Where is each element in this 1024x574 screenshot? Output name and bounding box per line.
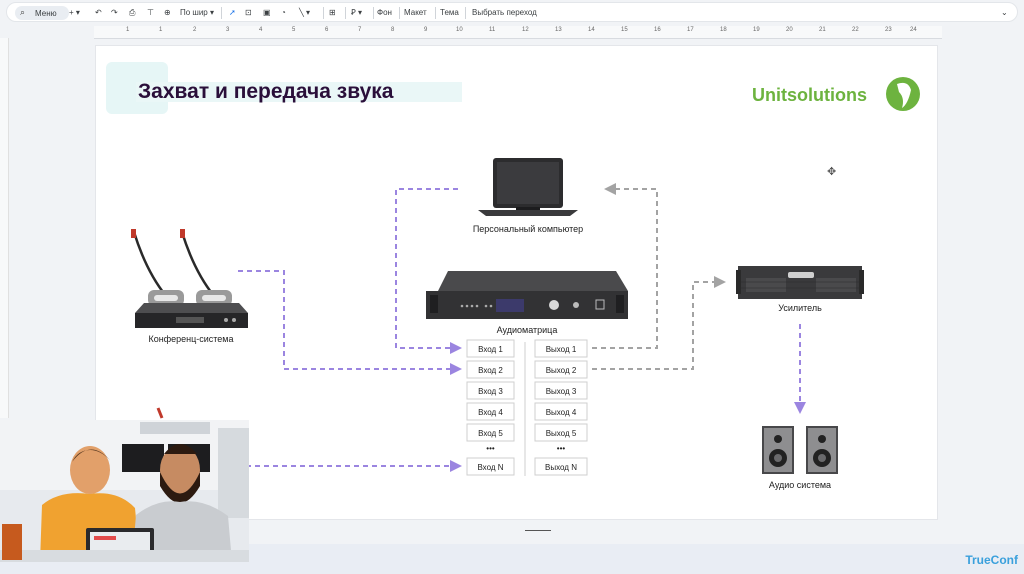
comment-icon[interactable]: ⊞ xyxy=(329,8,336,17)
conference-label: Конференц-система xyxy=(148,334,233,344)
ruler-tick: 8 xyxy=(391,27,395,33)
input-list: Вход 1 Вход 2 Вход 3 Вход 4 Вход 5 ••• В… xyxy=(466,339,515,476)
theme-button[interactable]: Тема xyxy=(440,8,459,17)
editor-toolbar: ⌕ Меню + ▾ ↶ ↷ ⎙ ⊤ ⊕ По шир ▾ ➚ ⊡ ▣ ◔ ╲ … xyxy=(0,0,1024,24)
speakers-icon xyxy=(762,426,838,474)
output-label: Выход 2 xyxy=(546,366,577,375)
output-label: Выход N xyxy=(545,463,577,472)
shape-icon[interactable]: ◔ xyxy=(281,8,286,17)
print-icon[interactable]: ⎙ xyxy=(129,8,135,18)
menu-search[interactable]: ⌕ Меню xyxy=(15,6,69,20)
ruler-tick: 11 xyxy=(489,27,496,33)
mic-cable xyxy=(156,407,164,419)
webcam-overlay xyxy=(0,420,249,562)
pc-label: Персональный компьютер xyxy=(473,224,583,234)
ruler-tick: 6 xyxy=(325,27,329,33)
logo-bird-icon xyxy=(886,77,920,111)
amplifier-icon xyxy=(736,266,864,299)
redo-icon[interactable]: ↷ xyxy=(111,8,118,17)
audio-matrix-icon xyxy=(426,271,628,319)
ruler-tick: 1 xyxy=(126,27,130,33)
input-label: Вход 1 xyxy=(478,345,503,354)
vertical-ruler xyxy=(0,38,9,418)
input-label: Вход 5 xyxy=(478,429,503,438)
paint-format-icon[interactable]: ⊤ xyxy=(147,8,154,17)
collapse-chevron-icon[interactable]: ⌄ xyxy=(1001,8,1008,17)
ruler-tick: 19 xyxy=(753,27,760,33)
conference-to-input2-line xyxy=(238,270,462,375)
ruler-tick: 9 xyxy=(424,27,428,33)
ruler-tick: 17 xyxy=(687,27,694,33)
ruler-tick: 5 xyxy=(292,27,296,33)
image-icon[interactable]: ▣ xyxy=(263,8,271,17)
toolbar-bar: ⌕ Меню + ▾ ↶ ↷ ⎙ ⊤ ⊕ По шир ▾ ➚ ⊡ ▣ ◔ ╲ … xyxy=(6,2,1018,22)
output-label: Выход 4 xyxy=(546,408,577,417)
ruler-tick: 21 xyxy=(819,27,826,33)
transition-button[interactable]: Выбрать переход xyxy=(472,8,537,17)
conference-system-icon xyxy=(131,229,248,328)
output1-to-pc-line xyxy=(592,183,658,349)
ruler-tick: 10 xyxy=(456,27,463,33)
ruler-tick: 15 xyxy=(621,27,628,33)
background-button[interactable]: Фон xyxy=(377,8,392,17)
ruler-tick: 13 xyxy=(555,27,562,33)
text-box-icon[interactable]: ⊡ xyxy=(245,8,252,17)
zoom-select[interactable]: По шир ▾ xyxy=(180,8,214,17)
output-label: Выход 5 xyxy=(546,429,577,438)
logo-text: Unitsolutions xyxy=(752,85,867,105)
ruler-tick: 20 xyxy=(786,27,793,33)
move-cursor-icon: ✥ xyxy=(827,166,836,178)
ruler-tick: 12 xyxy=(522,27,529,33)
slide-title[interactable]: Захват и передача звука xyxy=(138,80,394,103)
ruler-tick: 14 xyxy=(588,27,595,33)
ruler-tick: 18 xyxy=(720,27,727,33)
ruler-tick: 3 xyxy=(226,27,230,33)
output-label: Выход 3 xyxy=(546,387,577,396)
select-cursor-icon[interactable]: ➚ xyxy=(229,8,236,17)
input-label: Вход 2 xyxy=(478,366,503,375)
input-ellipsis: ••• xyxy=(486,444,495,453)
amplifier-label: Усилитель xyxy=(778,303,822,313)
watermark-text: TrueConf xyxy=(965,553,1018,567)
matrix-label: Аудиоматрица xyxy=(497,325,558,335)
output-ellipsis: ••• xyxy=(557,444,566,453)
ruler-tick: 7 xyxy=(358,27,362,33)
ruler-tick: 2 xyxy=(193,27,197,33)
input-label: Вход 4 xyxy=(478,408,503,417)
ruler-tick: 22 xyxy=(852,27,859,33)
input-label: Вход N xyxy=(477,463,503,472)
format-options-icon[interactable]: Ꝑ ▾ xyxy=(351,8,362,17)
laptop-icon xyxy=(478,158,578,216)
new-slide-icon[interactable]: + ▾ xyxy=(69,8,80,17)
layout-button[interactable]: Макет xyxy=(404,8,427,17)
speakers-label: Аудио система xyxy=(769,480,831,490)
output-list: Выход 1 Выход 2 Выход 3 Выход 4 Выход 5 … xyxy=(534,339,588,476)
line-icon[interactable]: ╲ ▾ xyxy=(299,8,310,17)
undo-icon[interactable]: ↶ xyxy=(95,8,102,17)
horizontal-ruler: 1 1 2 3 4 5 6 7 8 9 10 11 12 13 14 15 16… xyxy=(94,26,942,39)
search-icon: ⌕ xyxy=(20,7,26,17)
ruler-tick: 16 xyxy=(654,27,661,33)
input-label: Вход 3 xyxy=(478,387,503,396)
ruler-tick: 24 xyxy=(910,27,917,33)
ruler-tick: 23 xyxy=(885,27,892,33)
zoom-icon[interactable]: ⊕ xyxy=(164,8,171,17)
ruler-tick: 1 xyxy=(159,27,163,33)
menu-label: Меню xyxy=(35,9,57,18)
ruler-tick: 4 xyxy=(259,27,263,33)
pc-to-input1-line xyxy=(395,188,462,354)
output-label: Выход 1 xyxy=(546,345,577,354)
